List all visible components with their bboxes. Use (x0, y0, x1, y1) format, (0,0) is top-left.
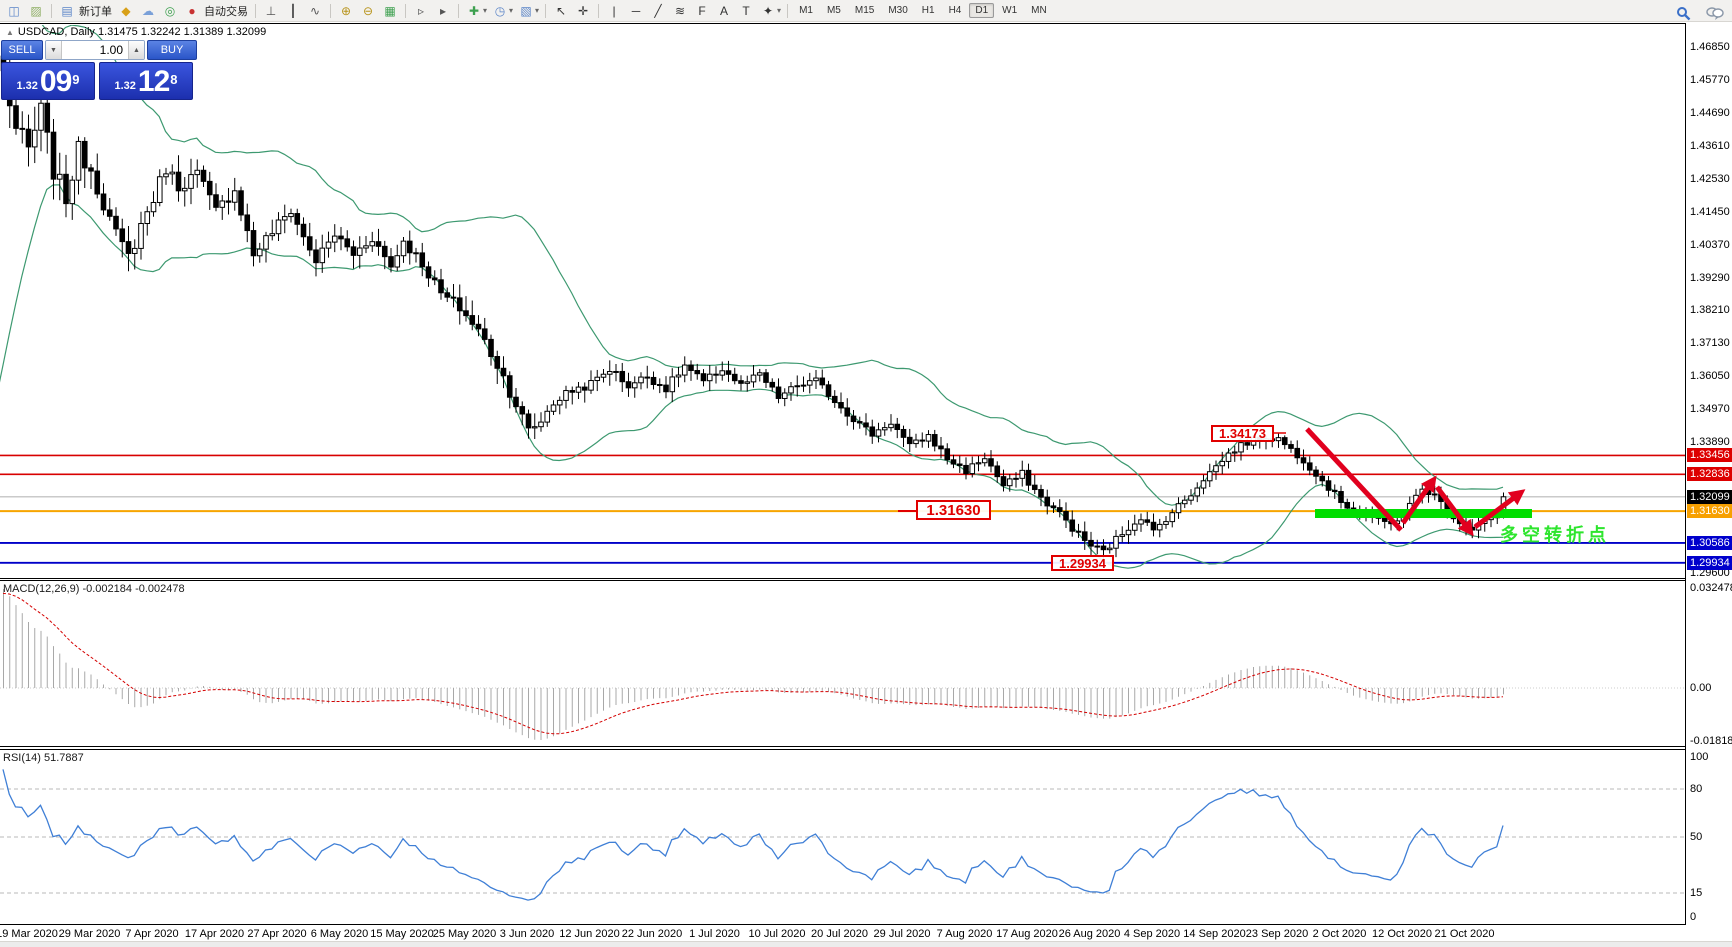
axis-price-label: 1.40370 (1690, 239, 1730, 251)
axis-price-badge: 1.33456 (1687, 448, 1732, 462)
macd-pane (0, 589, 1685, 740)
date-tick-label: 17 Apr 2020 (185, 928, 244, 940)
date-tick-label: 17 Aug 2020 (996, 928, 1058, 940)
date-tick-label: 12 Jun 2020 (559, 928, 620, 940)
axis-price-badge: 1.32836 (1687, 467, 1732, 481)
one-click-trading-widget: SELL ▼ 1.00 ▲ BUY 1.32 09 9 1.32 12 8 (1, 40, 197, 100)
price-callout-label: 1.34173 (1211, 425, 1274, 442)
mt4-window: ◫▨▤新订单◆☁◎●自动交易⊥┃∿⊕⊖▦▹▸✚▾◷▾▧▾↖✛|─╱≋FAT✦▾M… (0, 0, 1732, 947)
indicator-axis-label: 0 (1690, 911, 1696, 923)
candlestick-series (1, 48, 1506, 563)
symbol-ohlc-text: USDCAD, Daily 1.31475 1.32242 1.31389 1.… (18, 26, 266, 38)
price-callout-label: 1.31630 (916, 500, 991, 520)
window-bottom-edge (0, 941, 1732, 947)
rsi-pane (0, 769, 1685, 900)
volume-input[interactable]: 1.00 (62, 41, 128, 59)
macd-signal-line (3, 593, 1503, 733)
axis-price-label: 1.44690 (1690, 107, 1730, 119)
cn-turning-point-annotation: 多空转折点 (1500, 521, 1610, 547)
date-tick-label: 19 Mar 2020 (0, 928, 58, 940)
axis-price-label: 1.41450 (1690, 206, 1730, 218)
axis-price-label: 1.33890 (1690, 436, 1730, 448)
buy-price-figure: 1.32 (114, 76, 135, 96)
sell-price-panel[interactable]: 1.32 09 9 (1, 62, 95, 100)
macd-label: MACD(12,26,9) -0.002184 -0.002478 (3, 583, 185, 595)
date-tick-label: 20 Jul 2020 (811, 928, 868, 940)
volume-stepper: ▼ 1.00 ▲ (45, 40, 145, 60)
date-tick-label: 21 Oct 2020 (1435, 928, 1495, 940)
sell-price-figure: 1.32 (16, 76, 37, 96)
axis-price-label: 1.39290 (1690, 272, 1730, 284)
axis-price-label: 1.46850 (1690, 41, 1730, 53)
date-tick-label: 1 Jul 2020 (689, 928, 740, 940)
buy-price-pips: 12 (138, 68, 169, 96)
rsi-label: RSI(14) 51.7887 (3, 752, 84, 764)
axis-price-label: 1.36050 (1690, 370, 1730, 382)
macd-histogram (4, 589, 1504, 740)
buy-price-point: 8 (170, 63, 177, 97)
volume-up-button[interactable]: ▲ (128, 41, 144, 59)
date-tick-label: 23 Sep 2020 (1246, 928, 1308, 940)
date-tick-label: 22 Jun 2020 (622, 928, 683, 940)
indicator-axis-label: 100 (1690, 751, 1708, 763)
date-tick-label: 2 Oct 2020 (1313, 928, 1367, 940)
indicator-axis-label: 15 (1690, 887, 1702, 899)
volume-down-button[interactable]: ▼ (46, 41, 62, 59)
date-tick-label: 29 Mar 2020 (59, 928, 121, 940)
axis-price-label: 1.43610 (1690, 140, 1730, 152)
axis-price-label: 1.45770 (1690, 74, 1730, 86)
date-tick-label: 4 Sep 2020 (1124, 928, 1180, 940)
date-tick-label: 29 Jul 2020 (874, 928, 931, 940)
date-tick-label: 12 Oct 2020 (1372, 928, 1432, 940)
indicator-axis-label: 50 (1690, 831, 1702, 843)
sell-price-pips: 09 (40, 68, 71, 96)
buy-price-panel[interactable]: 1.32 12 8 (99, 62, 193, 100)
date-tick-label: 3 Jun 2020 (500, 928, 554, 940)
axis-price-badge: 1.31630 (1687, 504, 1732, 518)
sell-price-point: 9 (72, 63, 79, 97)
axis-price-label: 1.37130 (1690, 337, 1730, 349)
date-tick-label: 6 May 2020 (311, 928, 368, 940)
price-callout-label: 1.29934 (1051, 555, 1114, 571)
axis-price-label: 1.38210 (1690, 304, 1730, 316)
axis-price-label: 1.34970 (1690, 403, 1730, 415)
collapse-onecklick-icon[interactable]: ▲ (6, 28, 14, 37)
indicator-axis-label: 80 (1690, 783, 1702, 795)
chart-canvas[interactable] (0, 0, 1732, 947)
axis-price-badge: 1.32099 (1687, 490, 1732, 504)
main-price-pane (0, 0, 1685, 568)
date-tick-label: 26 Aug 2020 (1059, 928, 1121, 940)
red-down-arrow (1437, 487, 1469, 530)
indicator-axis-label: 0.00 (1690, 682, 1711, 694)
date-tick-label: 27 Apr 2020 (247, 928, 306, 940)
indicator-axis-label: 0.032478 (1690, 582, 1732, 594)
date-tick-label: 7 Apr 2020 (125, 928, 178, 940)
chart-title: ▲ USDCAD, Daily 1.31475 1.32242 1.31389 1… (6, 26, 266, 38)
buy-button[interactable]: BUY (147, 40, 197, 60)
axis-price-badge: 1.29934 (1687, 556, 1732, 570)
date-tick-label: 10 Jul 2020 (749, 928, 806, 940)
axis-price-label: 1.42530 (1690, 173, 1730, 185)
date-tick-label: 15 May 2020 (370, 928, 434, 940)
date-tick-label: 14 Sep 2020 (1183, 928, 1245, 940)
date-tick-label: 25 May 2020 (433, 928, 497, 940)
sell-button[interactable]: SELL (1, 40, 43, 60)
indicator-axis-label: -0.018182 (1690, 735, 1732, 747)
date-tick-label: 7 Aug 2020 (937, 928, 993, 940)
bollinger-upper-band (0, 0, 1503, 505)
axis-price-badge: 1.30586 (1687, 536, 1732, 550)
